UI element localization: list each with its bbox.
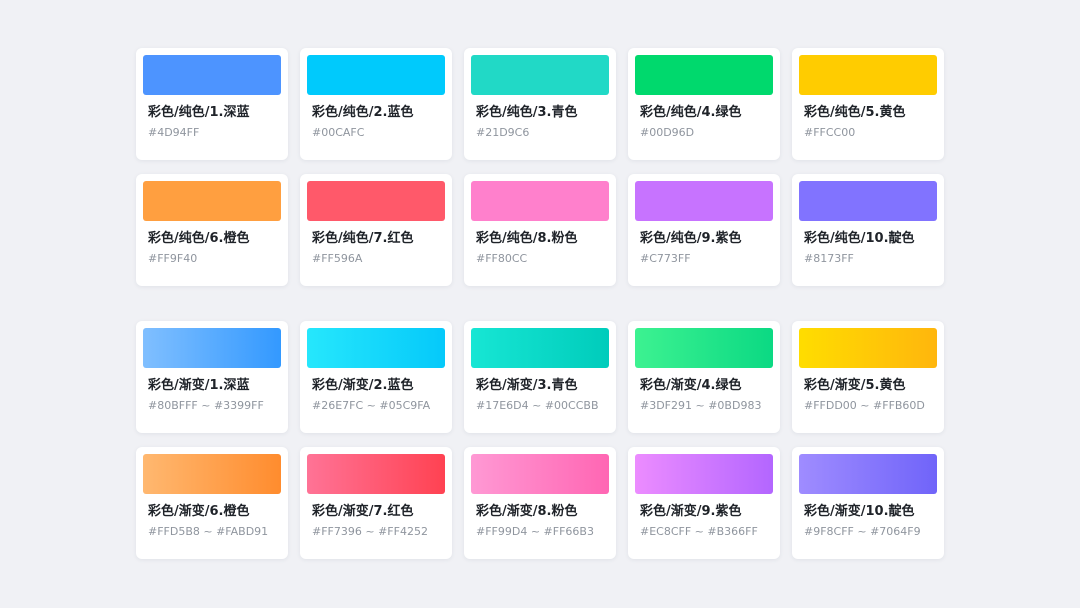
- color-code: #8173FF: [804, 252, 854, 265]
- color-code: #FFCC00: [804, 126, 856, 139]
- color-swatch: [799, 328, 937, 368]
- color-name: 彩色/纯色/5.黄色: [804, 105, 906, 120]
- color-card-solid-red[interactable]: 彩色/纯色/7.红色 #FF596A: [300, 174, 452, 286]
- color-name: 彩色/纯色/3.青色: [476, 105, 578, 120]
- solid-color-grid: 彩色/纯色/1.深蓝 #4D94FF 彩色/纯色/2.蓝色 #00CAFC 彩色…: [136, 48, 944, 286]
- color-card-gradient-blue[interactable]: 彩色/渐变/2.蓝色 #26E7FC ~ #05C9FA: [300, 321, 452, 433]
- gradient-color-grid: 彩色/渐变/1.深蓝 #80BFFF ~ #3399FF 彩色/渐变/2.蓝色 …: [136, 321, 944, 559]
- color-code: #FF596A: [312, 252, 363, 265]
- color-code: #FFDD00 ~ #FFB60D: [804, 399, 925, 412]
- color-name: 彩色/纯色/8.粉色: [476, 231, 578, 246]
- color-code: #EC8CFF ~ #B366FF: [640, 525, 758, 538]
- color-card-gradient-yellow[interactable]: 彩色/渐变/5.黄色 #FFDD00 ~ #FFB60D: [792, 321, 944, 433]
- color-swatch: [307, 55, 445, 95]
- color-code: #00D96D: [640, 126, 695, 139]
- color-name: 彩色/渐变/3.青色: [476, 378, 578, 393]
- color-code: #21D9C6: [476, 126, 530, 139]
- color-code: #FF7396 ~ #FF4252: [312, 525, 428, 538]
- color-name: 彩色/渐变/9.紫色: [640, 504, 742, 519]
- color-card-solid-deep-blue[interactable]: 彩色/纯色/1.深蓝 #4D94FF: [136, 48, 288, 160]
- color-swatch: [471, 181, 609, 221]
- color-card-solid-indigo[interactable]: 彩色/纯色/10.靛色 #8173FF: [792, 174, 944, 286]
- color-name: 彩色/纯色/4.绿色: [640, 105, 742, 120]
- color-swatch: [635, 454, 773, 494]
- color-swatch: [307, 454, 445, 494]
- color-card-gradient-orange[interactable]: 彩色/渐变/6.橙色 #FFD5B8 ~ #FABD91: [136, 447, 288, 559]
- color-name: 彩色/渐变/8.粉色: [476, 504, 578, 519]
- color-card-solid-purple[interactable]: 彩色/纯色/9.紫色 #C773FF: [628, 174, 780, 286]
- color-swatch: [307, 181, 445, 221]
- color-swatch: [143, 328, 281, 368]
- color-card-solid-green[interactable]: 彩色/纯色/4.绿色 #00D96D: [628, 48, 780, 160]
- color-name: 彩色/纯色/10.靛色: [804, 231, 915, 246]
- color-swatch: [635, 181, 773, 221]
- color-swatch: [143, 55, 281, 95]
- color-card-gradient-green[interactable]: 彩色/渐变/4.绿色 #3DF291 ~ #0BD983: [628, 321, 780, 433]
- color-card-gradient-deep-blue[interactable]: 彩色/渐变/1.深蓝 #80BFFF ~ #3399FF: [136, 321, 288, 433]
- color-code: #FF9F40: [148, 252, 198, 265]
- color-name: 彩色/纯色/6.橙色: [148, 231, 250, 246]
- color-name: 彩色/渐变/1.深蓝: [148, 378, 250, 393]
- color-card-solid-cyan[interactable]: 彩色/纯色/3.青色 #21D9C6: [464, 48, 616, 160]
- color-card-solid-yellow[interactable]: 彩色/纯色/5.黄色 #FFCC00: [792, 48, 944, 160]
- color-name: 彩色/渐变/6.橙色: [148, 504, 250, 519]
- color-card-gradient-pink[interactable]: 彩色/渐变/8.粉色 #FF99D4 ~ #FF66B3: [464, 447, 616, 559]
- color-swatch: [635, 55, 773, 95]
- color-card-gradient-cyan[interactable]: 彩色/渐变/3.青色 #17E6D4 ~ #00CCBB: [464, 321, 616, 433]
- color-code: #3DF291 ~ #0BD983: [640, 399, 762, 412]
- color-swatch: [799, 454, 937, 494]
- color-swatch: [635, 328, 773, 368]
- color-card-solid-blue[interactable]: 彩色/纯色/2.蓝色 #00CAFC: [300, 48, 452, 160]
- color-swatch: [471, 454, 609, 494]
- color-code: #FF80CC: [476, 252, 528, 265]
- color-name: 彩色/渐变/5.黄色: [804, 378, 906, 393]
- color-swatch: [471, 55, 609, 95]
- color-name: 彩色/纯色/1.深蓝: [148, 105, 250, 120]
- color-swatch: [307, 328, 445, 368]
- color-code: #9F8CFF ~ #7064F9: [804, 525, 921, 538]
- color-code: #FFD5B8 ~ #FABD91: [148, 525, 269, 538]
- color-swatch: [143, 454, 281, 494]
- color-name: 彩色/渐变/4.绿色: [640, 378, 742, 393]
- color-card-gradient-purple[interactable]: 彩色/渐变/9.紫色 #EC8CFF ~ #B366FF: [628, 447, 780, 559]
- color-card-gradient-indigo[interactable]: 彩色/渐变/10.靛色 #9F8CFF ~ #7064F9: [792, 447, 944, 559]
- color-swatch: [471, 328, 609, 368]
- color-name: 彩色/纯色/7.红色: [312, 231, 414, 246]
- color-code: #4D94FF: [148, 126, 200, 139]
- color-swatch: [143, 181, 281, 221]
- color-code: #00CAFC: [312, 126, 365, 139]
- color-card-solid-orange[interactable]: 彩色/纯色/6.橙色 #FF9F40: [136, 174, 288, 286]
- color-code: #80BFFF ~ #3399FF: [148, 399, 264, 412]
- color-code: #17E6D4 ~ #00CCBB: [476, 399, 599, 412]
- color-name: 彩色/渐变/7.红色: [312, 504, 414, 519]
- color-name: 彩色/渐变/10.靛色: [804, 504, 915, 519]
- color-name: 彩色/纯色/9.紫色: [640, 231, 742, 246]
- color-code: #FF99D4 ~ #FF66B3: [476, 525, 594, 538]
- color-code: #26E7FC ~ #05C9FA: [312, 399, 431, 412]
- color-card-gradient-red[interactable]: 彩色/渐变/7.红色 #FF7396 ~ #FF4252: [300, 447, 452, 559]
- color-swatch: [799, 55, 937, 95]
- color-card-solid-pink[interactable]: 彩色/纯色/8.粉色 #FF80CC: [464, 174, 616, 286]
- color-name: 彩色/渐变/2.蓝色: [312, 378, 414, 393]
- color-name: 彩色/纯色/2.蓝色: [312, 105, 414, 120]
- color-code: #C773FF: [640, 252, 691, 265]
- color-swatch: [799, 181, 937, 221]
